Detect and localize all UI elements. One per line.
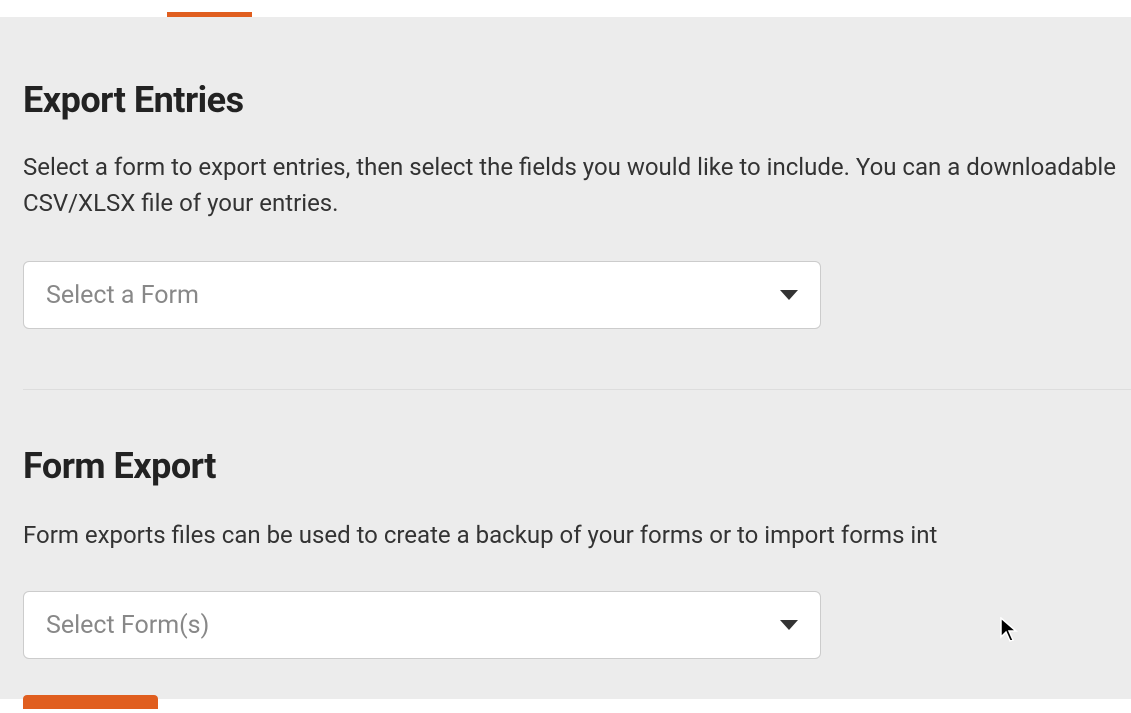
export-entries-section: Export Entries Select a form to export e… <box>23 17 1131 329</box>
content-area: Export Entries Select a form to export e… <box>0 17 1131 699</box>
chevron-down-icon <box>780 290 798 300</box>
select-forms-dropdown[interactable]: Select Form(s) <box>23 591 821 659</box>
form-export-section: Form Export Form exports files can be us… <box>23 390 1131 713</box>
select-form-placeholder: Select a Form <box>46 281 199 310</box>
export-submit-button[interactable] <box>23 695 158 709</box>
top-bar <box>0 0 1131 17</box>
select-forms-placeholder: Select Form(s) <box>46 611 209 640</box>
chevron-down-icon <box>780 620 798 630</box>
form-export-heading: Form Export <box>23 445 1131 487</box>
form-export-description: Form exports files can be used to create… <box>23 517 1131 553</box>
select-form-dropdown[interactable]: Select a Form <box>23 261 821 329</box>
export-entries-description: Select a form to export entries, then se… <box>23 149 1131 221</box>
export-entries-heading: Export Entries <box>23 79 1131 121</box>
